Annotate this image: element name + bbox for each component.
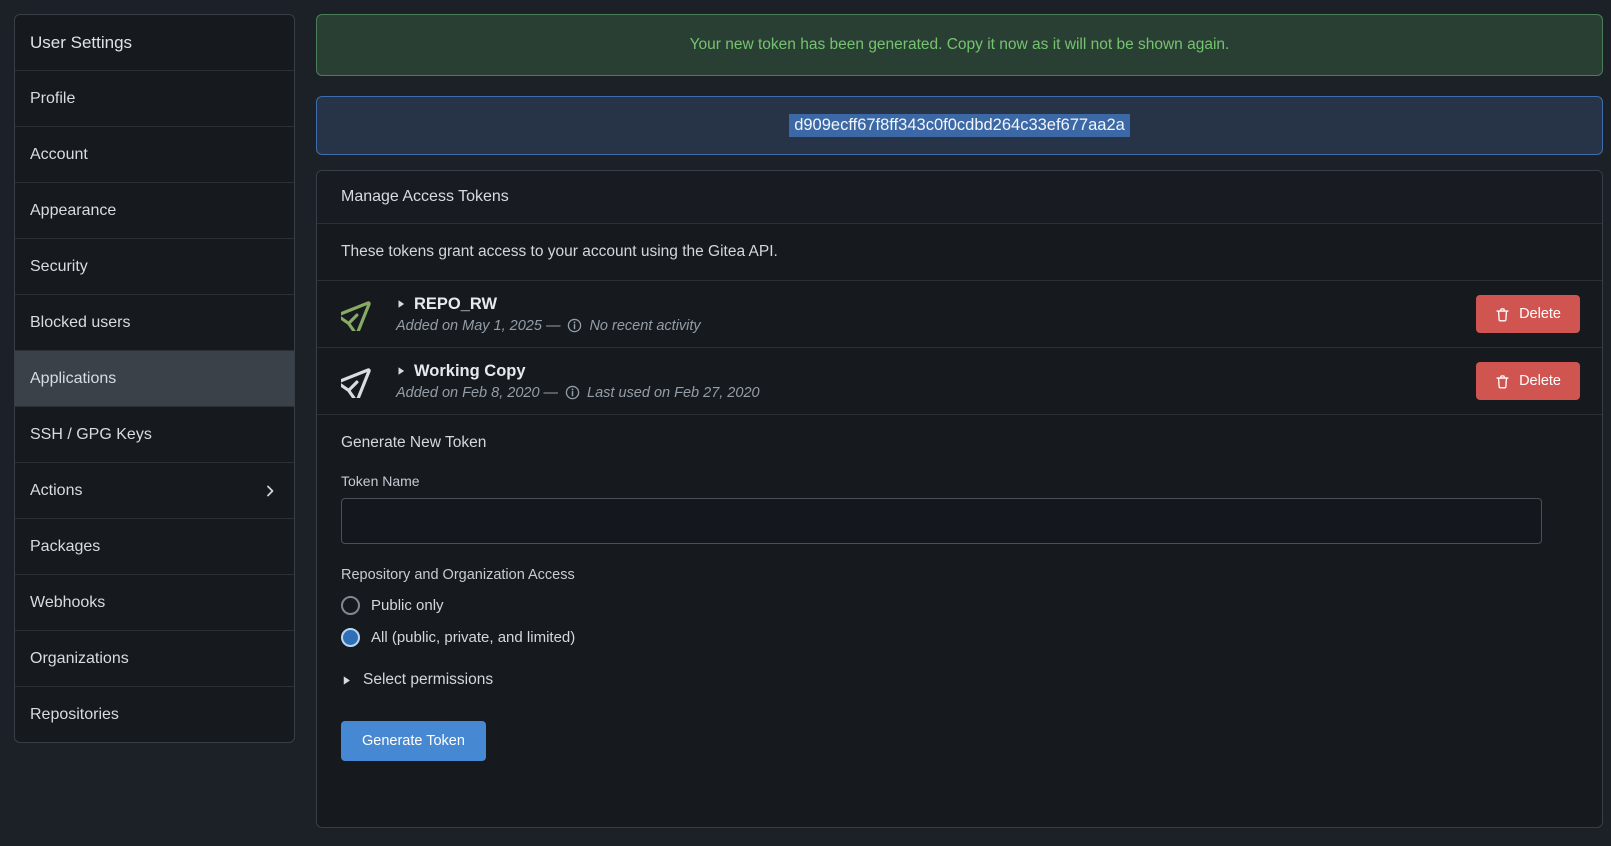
expand-triangle-icon: [396, 366, 406, 376]
flash-message: Your new token has been generated. Copy …: [690, 36, 1230, 54]
select-permissions-toggle[interactable]: Select permissions: [341, 671, 1578, 689]
settings-sidebar: User Settings Profile Account Appearance…: [14, 14, 295, 743]
panel-description: These tokens grant access to your accoun…: [317, 224, 1602, 281]
token-name: Working Copy: [414, 362, 526, 381]
sidebar-title-label: User Settings: [30, 33, 132, 53]
token-list: REPO_RW Added on May 1, 2025 — No recent…: [317, 281, 1602, 415]
sidebar-item-label: Packages: [30, 538, 100, 556]
trash-icon: [1495, 307, 1510, 322]
flash-success-banner: Your new token has been generated. Copy …: [316, 14, 1603, 76]
radio-public-only[interactable]: Public only: [341, 596, 1578, 615]
radio-circle-icon[interactable]: [341, 596, 360, 615]
sidebar-item-profile[interactable]: Profile: [15, 71, 294, 126]
panel-description-text: These tokens grant access to your accoun…: [341, 243, 778, 260]
sidebar-item-account[interactable]: Account: [15, 127, 294, 182]
token-name-label: Token Name: [341, 473, 1578, 489]
token-value[interactable]: d909ecff67f8ff343c0f0cdbd264c33ef677aa2a: [789, 114, 1130, 137]
delete-button-label: Delete: [1519, 306, 1561, 322]
sidebar-item-label: Organizations: [30, 650, 129, 668]
sidebar-item-ssh-gpg-keys[interactable]: SSH / GPG Keys: [15, 407, 294, 462]
radio-public-only-label: Public only: [371, 597, 444, 614]
sidebar-item-webhooks[interactable]: Webhooks: [15, 575, 294, 630]
select-permissions-label: Select permissions: [363, 671, 493, 689]
settings-page: User Settings Profile Account Appearance…: [0, 0, 1611, 828]
sidebar-item-label: Security: [30, 258, 88, 276]
sidebar-item-label: Account: [30, 146, 88, 164]
token-added-text: Added on Feb 8, 2020 —: [396, 385, 558, 401]
chevron-right-icon: [262, 483, 278, 499]
sidebar-item-label: Repositories: [30, 706, 119, 724]
delete-token-button[interactable]: Delete: [1476, 362, 1580, 400]
sidebar-item-label: SSH / GPG Keys: [30, 426, 152, 444]
delete-button-label: Delete: [1519, 373, 1561, 389]
sidebar-title: User Settings: [15, 15, 294, 70]
radio-circle-icon[interactable]: [341, 628, 360, 647]
access-tokens-panel: Manage Access Tokens These tokens grant …: [316, 170, 1603, 828]
delete-token-button[interactable]: Delete: [1476, 295, 1580, 333]
info-icon: [565, 385, 580, 400]
sidebar-item-applications[interactable]: Applications: [15, 351, 294, 406]
expand-triangle-icon: [341, 675, 352, 686]
sidebar-item-repositories[interactable]: Repositories: [15, 687, 294, 742]
token-row: REPO_RW Added on May 1, 2025 — No recent…: [317, 281, 1602, 348]
info-icon: [567, 318, 582, 333]
radio-all-access[interactable]: All (public, private, and limited): [341, 628, 1578, 647]
sidebar-item-label: Actions: [30, 482, 82, 500]
paper-airplane-icon: [339, 297, 377, 331]
sidebar-item-label: Blocked users: [30, 314, 131, 332]
paper-airplane-icon: [339, 364, 377, 398]
token-name: REPO_RW: [414, 295, 497, 314]
token-added-text: Added on May 1, 2025 —: [396, 318, 560, 334]
sidebar-item-blocked-users[interactable]: Blocked users: [15, 295, 294, 350]
token-name-toggle[interactable]: Working Copy: [396, 362, 1476, 381]
token-name-toggle[interactable]: REPO_RW: [396, 295, 1476, 314]
sidebar-item-label: Profile: [30, 90, 75, 108]
sidebar-item-security[interactable]: Security: [15, 239, 294, 294]
form-section-title: Generate New Token: [341, 434, 1578, 452]
radio-all-access-label: All (public, private, and limited): [371, 629, 575, 646]
sidebar-item-actions[interactable]: Actions: [15, 463, 294, 518]
sidebar-item-label: Applications: [30, 370, 116, 388]
token-activity-text: No recent activity: [589, 318, 700, 334]
new-token-box[interactable]: d909ecff67f8ff343c0f0cdbd264c33ef677aa2a: [316, 96, 1603, 155]
sidebar-item-packages[interactable]: Packages: [15, 519, 294, 574]
sidebar-item-appearance[interactable]: Appearance: [15, 183, 294, 238]
panel-header-title: Manage Access Tokens: [341, 188, 509, 205]
main-content: Your new token has been generated. Copy …: [316, 14, 1603, 828]
sidebar-item-label: Appearance: [30, 202, 116, 220]
token-activity-text: Last used on Feb 27, 2020: [587, 385, 760, 401]
sidebar-item-organizations[interactable]: Organizations: [15, 631, 294, 686]
trash-icon: [1495, 374, 1510, 389]
generate-token-button[interactable]: Generate Token: [341, 721, 486, 761]
access-scope-label: Repository and Organization Access: [341, 567, 1578, 583]
generate-token-form: Generate New Token Token Name Repository…: [317, 415, 1602, 785]
token-row: Working Copy Added on Feb 8, 2020 — Last…: [317, 348, 1602, 415]
panel-header: Manage Access Tokens: [317, 171, 1602, 224]
expand-triangle-icon: [396, 299, 406, 309]
token-name-input[interactable]: [341, 498, 1542, 544]
sidebar-item-label: Webhooks: [30, 594, 105, 612]
